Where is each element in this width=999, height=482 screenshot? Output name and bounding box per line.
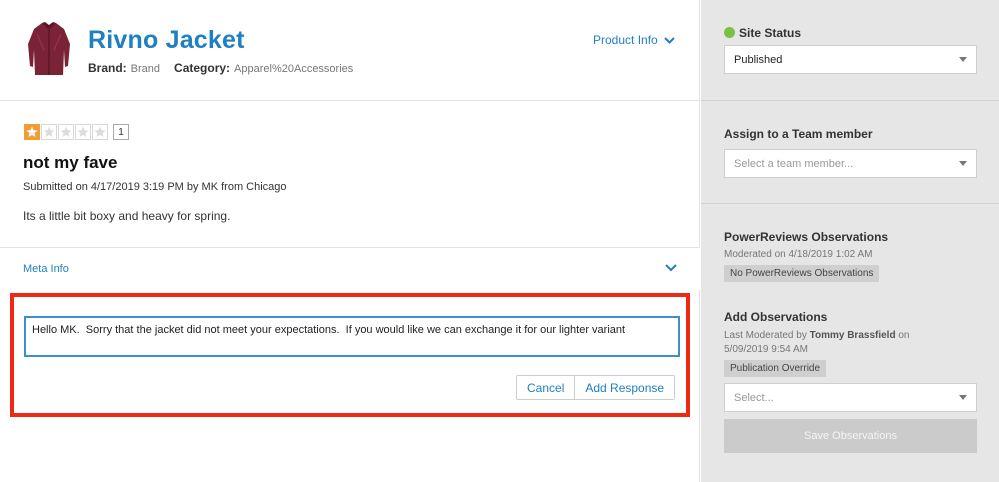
moderation-sidebar: Site Status Published Assign to a Team m…: [701, 0, 999, 482]
response-panel: Hello MK. Sorry that the jacket did not …: [10, 293, 690, 417]
brand-value: Brand: [130, 63, 161, 75]
meta-info-toggle[interactable]: Meta Info: [0, 248, 700, 290]
brand-label: Brand:: [88, 61, 127, 75]
observation-placeholder: Select...: [734, 391, 774, 404]
save-observations-button[interactable]: Save Observations: [724, 419, 977, 453]
product-thumbnail: [28, 22, 70, 75]
caret-down-icon: [959, 395, 967, 400]
add-observations-label: Add Observations: [724, 310, 828, 324]
review-body: Its a little bit boxy and heavy for spri…: [23, 209, 231, 223]
cancel-button[interactable]: Cancel: [517, 376, 575, 399]
product-header: Rivno Jacket Brand: Brand Category: Apparel…: [0, 0, 700, 101]
assign-section: Assign to a Team member Select a team me…: [701, 101, 999, 204]
product-title: Rivno Jacket: [88, 26, 245, 54]
no-observations-tag: No PowerReviews Observations: [724, 265, 880, 282]
site-status-label: Site Status: [739, 26, 802, 40]
star-rating: 1: [24, 124, 129, 140]
add-response-button[interactable]: Add Response: [574, 376, 675, 399]
site-status-section: Site Status Published: [701, 0, 999, 101]
review-card: 1 not my fave Submitted on 4/17/2019 3:1…: [0, 101, 700, 248]
category-value: Apparel%20Accessories: [234, 63, 354, 75]
site-status-select[interactable]: Published: [724, 45, 977, 74]
star-icon: [75, 124, 91, 140]
response-actions: Cancel Add Response: [516, 375, 676, 400]
review-submitted: Submitted on 4/17/2019 3:19 PM by MK fro…: [23, 181, 287, 193]
product-meta: Brand: Brand Category: Apparel%20Accessorie…: [88, 61, 353, 75]
powerreviews-observations-label: PowerReviews Observations: [724, 230, 889, 244]
last-moderated-on: on: [898, 330, 910, 341]
category-label: Category:: [174, 61, 231, 75]
review-title: not my fave: [23, 153, 118, 172]
rating-count: 1: [113, 124, 129, 140]
chevron-down-icon: [664, 36, 675, 44]
product-info-label: Product Info: [593, 33, 658, 47]
response-textarea[interactable]: Hello MK. Sorry that the jacket did not …: [24, 316, 680, 357]
site-status-value: Published: [734, 53, 783, 66]
site-status-heading: Site Status: [724, 26, 801, 40]
assign-label: Assign to a Team member: [724, 127, 873, 141]
meta-info-link[interactable]: Meta Info: [23, 263, 69, 275]
last-moderated-date: 5/09/2019 9:54 AM: [724, 344, 808, 355]
observation-select[interactable]: Select...: [724, 383, 977, 412]
team-member-placeholder: Select a team member...: [734, 157, 854, 170]
last-moderated-prefix: Last Moderated by: [724, 330, 807, 341]
product-info-toggle[interactable]: Product Info: [593, 33, 675, 47]
star-icon: [24, 124, 40, 140]
last-moderated-line1: Last Moderated by Tommy Brassfield on: [724, 329, 909, 342]
chevron-down-icon[interactable]: [665, 264, 677, 272]
main-panel: Rivno Jacket Brand: Brand Category: Apparel…: [0, 0, 700, 482]
publication-override-tag: Publication Override: [724, 360, 827, 377]
caret-down-icon: [959, 57, 967, 62]
caret-down-icon: [959, 161, 967, 166]
status-dot-icon: [724, 27, 735, 38]
star-icon: [58, 124, 74, 140]
star-icon: [41, 124, 57, 140]
team-member-select[interactable]: Select a team member...: [724, 149, 977, 178]
moderator-name: Tommy Brassfield: [809, 330, 896, 341]
moderated-timestamp: Moderated on 4/18/2019 1:02 AM: [724, 249, 873, 260]
observations-section: PowerReviews Observations Moderated on 4…: [701, 204, 999, 482]
star-icon: [92, 124, 108, 140]
